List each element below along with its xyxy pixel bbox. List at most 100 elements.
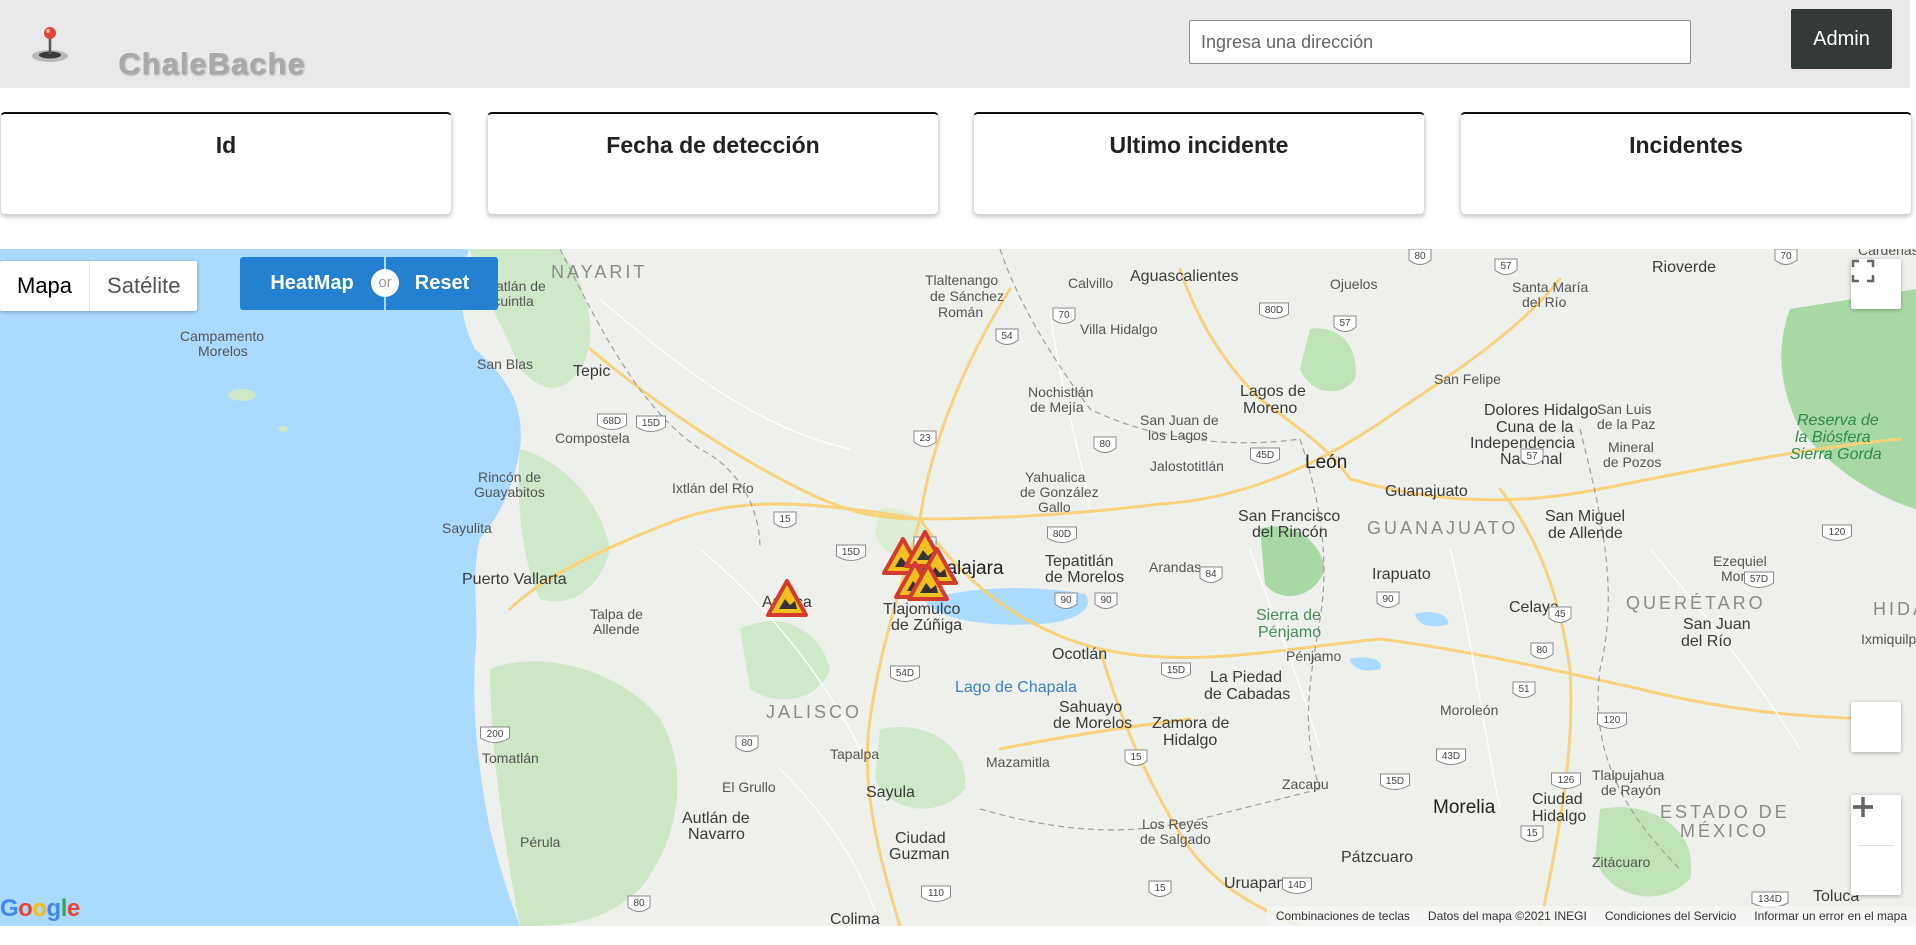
report-error-link[interactable]: Informar un error en el mapa [1745,906,1916,926]
map-label-town: Villa Hidalgo [1080,321,1158,337]
road-shield-label: 80 [1536,645,1548,656]
road-shield: 15D [836,544,866,561]
terms-link[interactable]: Condiciones del Servicio [1596,906,1745,926]
road-shield: 80 [1408,249,1432,265]
map-label-city: Tepic [573,363,610,380]
map-label-town: de Sánchez [930,288,1004,304]
road-shield: 51 [1512,681,1536,698]
map-label-town: Mineral [1608,439,1654,455]
keyboard-shortcuts-link[interactable]: Combinaciones de teclas [1267,906,1419,926]
road-shield: 126 [1551,772,1581,789]
map-label-city: del Rincón [1252,524,1328,541]
street-view-pegman-button[interactable] [1851,702,1901,752]
road-shield-label: 84 [1205,569,1217,580]
road-shield: 57 [1494,258,1518,275]
map-label-lake: Lago de Chapala [955,679,1077,696]
road-shield: 80 [627,895,651,912]
last-incident-card: Ultimo incidente [973,112,1425,214]
admin-button[interactable]: Admin [1791,9,1892,69]
road-shield-label: 57D [1750,574,1768,585]
road-shield: 80 [1530,642,1554,659]
road-shield-label: 57 [1339,318,1351,329]
map-label-city: Navarro [688,826,745,843]
map-label-town: de Mejía [1030,399,1084,415]
map-label-city: San Miguel [1545,508,1625,525]
road-shield: 15 [773,511,797,528]
map-label-city: Autlán de [682,810,750,827]
heatmap-button[interactable]: HeatMap [240,257,384,310]
map-canvas[interactable]: NAYARIT Aguascalientes Tlaltenango de Sá… [0,249,1916,926]
map-label-town: San Juan de [1140,412,1219,428]
road-shield-label: 15 [779,514,791,525]
map-label-town: Rincón de [478,469,541,485]
road-shield-label: 70 [1780,251,1792,262]
road-shield-label: 110 [928,888,944,899]
google-logo-letter: o [18,895,33,922]
map-label-town: Tlalpujahua [1592,767,1665,783]
road-shield-label: 70 [1058,310,1070,321]
road-shield-label: 57 [1500,261,1512,272]
zoom-control [1851,795,1901,895]
map-label-town: Yahualica [1025,469,1086,485]
map-label-town: Guayabitos [474,484,545,500]
road-shield-label: 51 [1518,684,1530,695]
road-shield: 43D [1436,748,1466,765]
map-label-city: Moreno [1243,400,1297,417]
map-label-town: de Salgado [1140,831,1211,847]
map-label-town: de González [1020,484,1099,500]
map-label-city: Zamora de [1152,715,1229,732]
id-card: Id [0,112,452,214]
reset-button[interactable]: Reset [386,257,498,310]
address-search-input[interactable] [1189,20,1691,64]
map-label-city: Dolores Hidalgo [1484,402,1598,419]
map-type-satellite-button[interactable]: Satélite [90,261,197,311]
map-label-city: Hidalgo [1163,732,1217,749]
map-label-town: Nochistlán [1028,384,1093,400]
road-shield: 120 [1822,524,1852,541]
road-shield: 90 [1054,592,1078,609]
fullscreen-icon [1851,259,1875,283]
map-label-town: Román [938,304,983,320]
zoom-out-button[interactable] [1851,805,1901,895]
road-shield: 70 [1774,249,1798,265]
map-label-city: Tepatitlán [1045,553,1114,570]
map-label-city: Lagos de [1240,383,1306,400]
detection-date-card: Fecha de detección [487,112,939,214]
map-label-town: San Felipe [1434,371,1501,387]
road-shield: 14D [1282,877,1312,894]
map-label-terrain: Sierra de [1256,607,1321,624]
road-shield: 200 [480,726,510,743]
map-label-town: Jalostotitlán [1150,458,1224,474]
road-shield: 15D [636,415,666,432]
road-shield-label: 15D [642,418,660,429]
or-badge: or [371,269,399,297]
road-shield: 15 [1124,749,1148,766]
road-shield: 54D [890,665,920,682]
map-label-town: Zacapu [1282,776,1329,792]
map-label-city: Guanajuato [1385,483,1468,500]
map-label-city: Sahuayo [1059,699,1122,716]
road-shield: 84 [1199,566,1223,583]
google-logo[interactable]: Google [0,895,80,923]
map-type-map-button[interactable]: Mapa [0,261,91,311]
road-shield: 80 [735,735,759,752]
road-shield-label: 80 [741,738,753,749]
road-shield-label: 14D [1288,880,1306,891]
map-label-city: San Juan [1683,616,1751,633]
map-label-town: de Rayón [1601,782,1661,798]
road-shield-label: 80 [1414,251,1426,262]
map-label-town: Arandas [1149,559,1201,575]
road-shield: 15 [1148,880,1172,897]
pothole-pin-icon[interactable] [26,22,74,66]
map-label-town: Ojuelos [1330,276,1377,292]
google-logo-letter: e [66,895,80,922]
map-label-city: Uruapan [1224,875,1285,892]
road-shield-label: 200 [487,729,504,740]
road-shield-label: 80 [1099,439,1111,450]
map-label-state: HIDA [1873,599,1916,619]
road-shield-label: 90 [1060,595,1072,606]
app-header: ChaleBache Admin [0,0,1910,88]
google-logo-letter: o [32,895,47,922]
road-shield-label: 45 [1554,609,1566,620]
fullscreen-button[interactable] [1851,259,1901,309]
